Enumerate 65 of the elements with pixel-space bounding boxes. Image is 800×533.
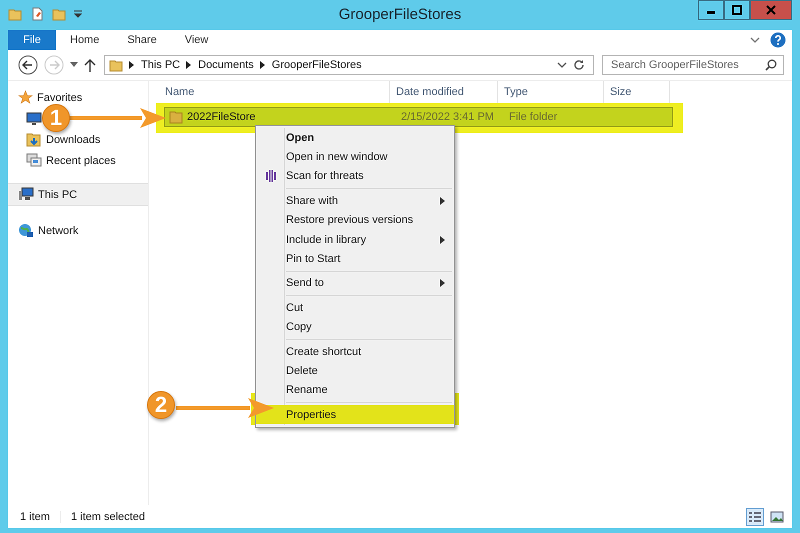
ribbon-tab[interactable]: Share — [113, 30, 171, 50]
image-icon — [770, 510, 784, 522]
sidebar-item[interactable]: This PC — [8, 183, 148, 206]
menu-item[interactable]: Rename — [256, 380, 454, 400]
globe-icon — [18, 223, 34, 238]
table-cell-text: 2/15/2022 3:41 PM — [400, 111, 495, 123]
menu-item[interactable]: Include in library — [256, 230, 454, 250]
submenu-arrow-icon — [440, 279, 445, 288]
breadcrumb[interactable]: Documents — [198, 59, 254, 71]
submenu-arrow-icon — [440, 196, 445, 205]
menu-item[interactable]: Create shortcut — [256, 342, 454, 362]
dropdown-icon[interactable] — [74, 10, 82, 18]
breadcrumb[interactable]: This PC — [141, 59, 180, 71]
chevron-icon[interactable] — [260, 61, 266, 69]
ribbon-tab[interactable]: View — [170, 30, 222, 50]
ribbon-tab[interactable]: Home — [56, 30, 114, 50]
window-stack-icon — [26, 153, 42, 168]
address-bar[interactable]: This PC Documents GrooperFileStores — [104, 55, 594, 75]
search-field[interactable]: Search GrooperFileStores — [602, 55, 784, 75]
help-icon[interactable] — [770, 32, 786, 48]
menu-item[interactable]: Pin to Start — [256, 249, 454, 269]
menu-item[interactable]: Send to — [256, 274, 454, 294]
file-name: 2022FileStore — [187, 111, 256, 123]
window-title: GrooperFileStores — [338, 6, 462, 23]
menu-item[interactable]: Copy — [256, 318, 454, 337]
menu-item[interactable]: Properties — [256, 405, 454, 424]
folder-icon — [169, 110, 183, 124]
close-button[interactable] — [750, 0, 792, 20]
sidebar-item[interactable]: Recent places — [8, 150, 148, 171]
refresh-icon[interactable] — [573, 59, 585, 71]
chevron-icon[interactable] — [186, 61, 192, 69]
menu-item[interactable]: Open in new window — [256, 147, 454, 167]
file-tab[interactable]: File — [8, 30, 56, 50]
dropdown-icon[interactable] — [70, 62, 78, 68]
dropdown-icon[interactable] — [557, 61, 567, 69]
submenu-arrow-icon — [440, 236, 445, 244]
minimize-button[interactable] — [698, 0, 724, 20]
menu-item[interactable]: Restore previous versions — [256, 210, 454, 230]
selection-count: 1 item selected — [60, 510, 155, 522]
table-cell-text: File folder — [508, 111, 558, 123]
close-icon — [766, 5, 776, 15]
details-view-button[interactable] — [746, 508, 764, 526]
menu-item[interactable]: Delete — [256, 361, 454, 381]
chevron-icon[interactable] — [129, 61, 135, 69]
breadcrumb[interactable]: GrooperFileStores — [272, 59, 362, 71]
up-arrow-icon[interactable] — [84, 58, 96, 72]
sidebar-item[interactable]: Downloads — [8, 129, 148, 150]
folder-icon — [26, 132, 42, 147]
item-count: 1 item — [20, 510, 51, 522]
search-icon[interactable] — [765, 59, 777, 71]
maximize-button[interactable] — [724, 0, 750, 20]
monitor-icon[interactable] — [26, 112, 42, 126]
table-row[interactable]: 2022FileStore 2/15/2022 3:41 PM File folder — [164, 107, 673, 127]
star-icon — [18, 90, 33, 105]
folder-icon — [109, 58, 123, 72]
back-icon[interactable] — [18, 55, 38, 75]
computer-icon — [18, 187, 34, 202]
document-icon[interactable] — [30, 7, 44, 21]
maximize-icon — [732, 5, 742, 15]
menu-item[interactable]: Scan for threats — [256, 166, 454, 186]
menu-item[interactable]: Share with — [256, 191, 454, 211]
menu-item[interactable]: Open — [256, 128, 454, 148]
list-icon — [748, 510, 762, 522]
sidebar-item[interactable]: Network — [8, 220, 148, 241]
menu-item[interactable]: Cut — [256, 298, 454, 318]
